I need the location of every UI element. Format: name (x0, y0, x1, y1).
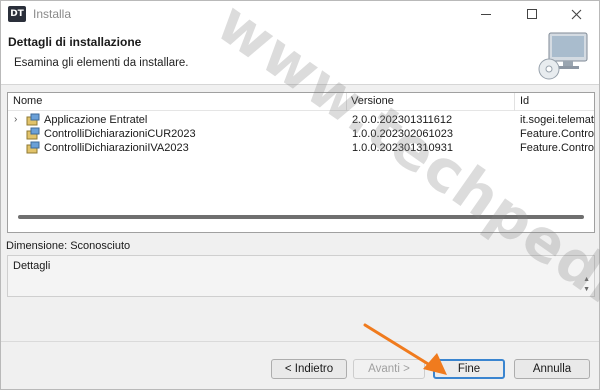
scroll-down-icon[interactable]: ▼ (583, 286, 590, 293)
install-items-table[interactable]: Nome Versione Id › Applicazione Entratel… (7, 92, 595, 233)
details-panel[interactable]: Dettagli ▲ ▼ (7, 255, 595, 297)
back-button[interactable]: < Indietro (271, 359, 347, 379)
feature-package-icon (26, 113, 40, 126)
close-button[interactable] (553, 1, 599, 27)
minimize-icon (481, 13, 491, 15)
minimize-button[interactable] (463, 1, 509, 27)
finish-button[interactable]: Fine (433, 359, 505, 379)
dimension-label: Dimensione: Sconosciuto (6, 240, 131, 252)
table-row[interactable]: ControlliDichiarazioniCUR2023 1.0.0.2023… (8, 127, 594, 142)
table-row[interactable]: › Applicazione Entratel 2.0.0.2023013116… (8, 113, 594, 128)
close-icon (571, 9, 581, 19)
next-button[interactable]: Avanti > (353, 359, 425, 379)
feature-package-icon (26, 127, 40, 140)
scroll-up-icon[interactable]: ▲ (583, 276, 590, 283)
row-version: 1.0.0.202302061023 (352, 128, 453, 140)
table-row[interactable]: ControlliDichiarazioniIVA2023 1.0.0.2023… (8, 141, 594, 156)
expand-chevron-icon[interactable]: › (14, 114, 17, 125)
computer-cd-icon (538, 32, 588, 80)
window-title: Installa (33, 7, 72, 21)
column-header-id[interactable]: Id (520, 95, 529, 107)
page-subtitle: Esamina gli elementi da installare. (14, 57, 189, 69)
row-version: 1.0.0.202301310931 (352, 142, 453, 154)
details-label: Dettagli (13, 260, 51, 272)
column-divider[interactable] (346, 93, 347, 111)
row-version: 2.0.0.202301311612 (352, 114, 453, 126)
app-logo-icon: DT (8, 6, 26, 22)
installer-window: DT Installa Dettagli di installazione Es… (0, 0, 600, 390)
footer-divider (1, 341, 599, 342)
cancel-button[interactable]: Annulla (514, 359, 590, 379)
row-id: it.sogei.telematic (520, 114, 595, 126)
maximize-button[interactable] (509, 1, 555, 27)
title-bar[interactable]: DT Installa (1, 1, 599, 27)
row-name: ControlliDichiarazioniCUR2023 (44, 128, 196, 140)
table-header: Nome Versione Id (8, 93, 594, 111)
row-id: Feature.Controllil (520, 128, 594, 140)
feature-package-icon (26, 141, 40, 154)
horizontal-scrollbar[interactable] (18, 215, 584, 219)
row-name: ControlliDichiarazioniIVA2023 (44, 142, 189, 154)
row-id: Feature.Controllil (520, 142, 594, 154)
column-header-name[interactable]: Nome (13, 95, 42, 107)
row-name: Applicazione Entratel (44, 114, 148, 126)
column-divider[interactable] (514, 93, 515, 111)
page-title: Dettagli di installazione (8, 35, 142, 49)
column-header-version[interactable]: Versione (351, 95, 394, 107)
header-banner: Dettagli di installazione Esamina gli el… (1, 27, 599, 85)
maximize-icon (527, 9, 537, 19)
